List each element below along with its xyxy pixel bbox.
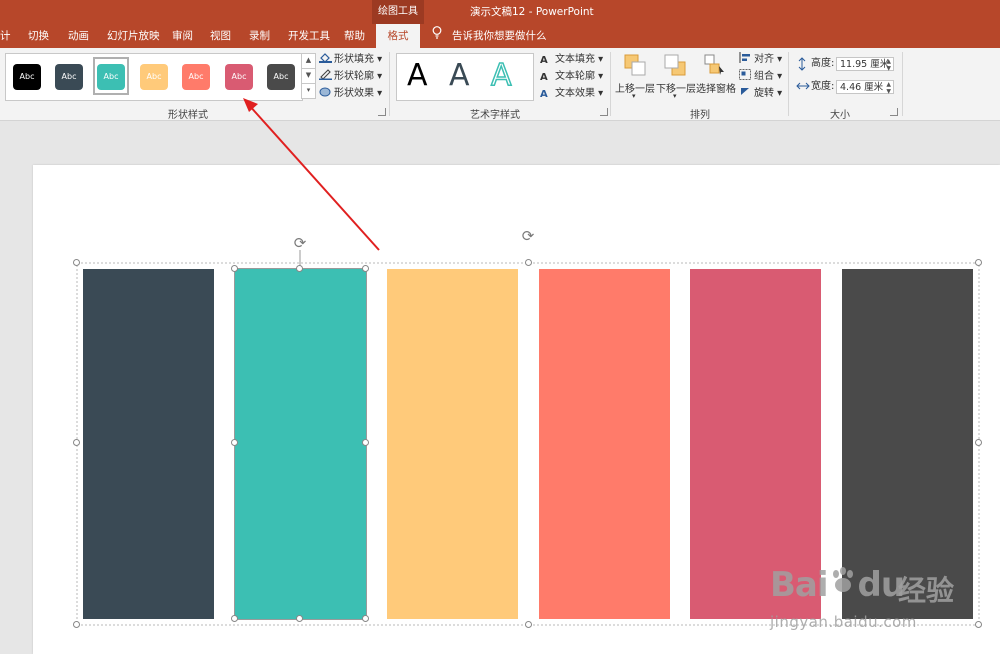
baidu-jingyan-watermark: Bai du 经验 jingyan.baidu.com	[770, 545, 990, 645]
watermark-brand: Bai du	[770, 565, 905, 605]
watermark-url: jingyan.baidu.com	[770, 613, 917, 631]
watermark-cn: 经验	[898, 574, 955, 607]
paw-logo-icon	[828, 565, 858, 605]
